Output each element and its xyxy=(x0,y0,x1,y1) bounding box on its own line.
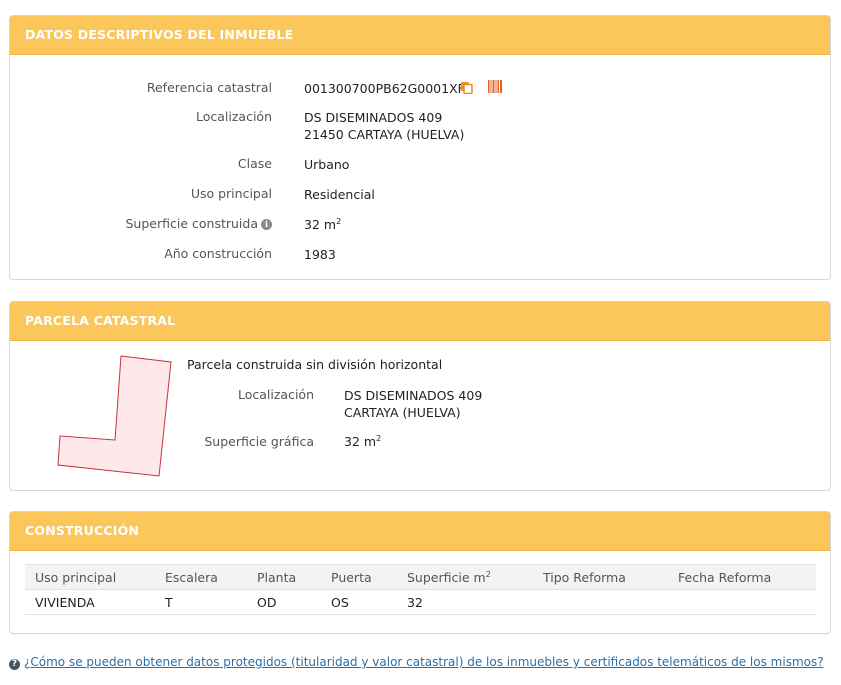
col-fecha-reforma: Fecha Reforma xyxy=(668,564,816,590)
uso-value: Residencial xyxy=(304,187,375,202)
cell-fecha-reforma xyxy=(668,589,816,615)
uso-label: Uso principal xyxy=(190,186,272,201)
construccion-panel-header: CONSTRUCCIÓN xyxy=(10,512,830,551)
info-icon[interactable]: i xyxy=(261,219,272,230)
superficie-label-wrap: Superficie construida i xyxy=(125,216,272,231)
referencia-value[interactable]: 001300700PB62G0001XF xyxy=(304,80,465,97)
cell-tipo-reforma xyxy=(533,589,668,615)
col-escalera: Escalera xyxy=(155,564,247,590)
table-row: VIVIENDA T OD OS 32 xyxy=(25,589,816,615)
col-planta: Planta xyxy=(247,564,321,590)
superficie-label: Superficie construida xyxy=(125,216,259,231)
localizacion-value: DS DISEMINADOS 409 21450 CARTAYA (HUELVA… xyxy=(304,109,464,143)
parcela-superficie-value: 32 m2 xyxy=(344,434,381,449)
col-tipo-reforma: Tipo Reforma xyxy=(533,564,668,590)
parcela-localizacion-label: Localización xyxy=(237,387,314,402)
cell-puerta: OS xyxy=(321,589,397,615)
localizacion-line1: DS DISEMINADOS 409 xyxy=(304,110,443,125)
col-superficie-wrap: Superficie m2 xyxy=(397,564,533,590)
cell-uso: VIVIENDA xyxy=(25,589,155,615)
col-uso: Uso principal xyxy=(25,564,155,590)
superficie-number: 32 m xyxy=(304,217,337,232)
parcela-superficie-exponent: 2 xyxy=(376,434,382,443)
superficie-value: 32 m2 xyxy=(304,216,341,233)
parcela-localizacion-line2: CARTAYA (HUELVA) xyxy=(344,405,461,420)
localizacion-label: Localización xyxy=(195,109,272,124)
inmueble-panel-header: DATOS DESCRIPTIVOS DEL INMUEBLE xyxy=(10,16,830,55)
col-puerta: Puerta xyxy=(321,564,397,590)
col-superficie: Superficie m xyxy=(407,569,486,585)
protected-data-link[interactable]: ¿Cómo se pueden obtener datos protegidos… xyxy=(24,655,824,669)
parcela-superficie-label: Superficie gráfica xyxy=(204,434,314,449)
cell-escalera: T xyxy=(155,589,247,615)
anio-value: 1983 xyxy=(304,247,336,262)
parcela-localizacion-value: DS DISEMINADOS 409 CARTAYA (HUELVA) xyxy=(344,387,482,421)
localizacion-line2: 21450 CARTAYA (HUELVA) xyxy=(304,127,465,142)
question-icon: ? xyxy=(9,659,20,670)
inmueble-panel: DATOS DESCRIPTIVOS DEL INMUEBLE Referenc… xyxy=(9,15,831,280)
clase-label: Clase xyxy=(237,156,272,171)
barcode-icon[interactable] xyxy=(488,80,502,96)
clase-value: Urbano xyxy=(304,157,350,172)
construccion-panel: CONSTRUCCIÓN Uso principal Escalera Plan… xyxy=(9,511,831,634)
parcela-title: Parcela construida sin división horizont… xyxy=(187,357,443,372)
table-header-row: Uso principal Escalera Planta Puerta Sup… xyxy=(25,564,816,590)
col-superficie-exponent: 2 xyxy=(485,569,491,579)
parcela-panel: PARCELA CATASTRAL Parcela construida sin… xyxy=(9,301,831,491)
parcel-shape[interactable] xyxy=(55,354,185,479)
construccion-table: Uso principal Escalera Planta Puerta Sup… xyxy=(25,564,816,615)
superficie-exponent: 2 xyxy=(336,217,342,226)
anio-label: Año construcción xyxy=(164,246,272,261)
cell-planta: OD xyxy=(247,589,321,615)
cell-superficie: 32 xyxy=(397,589,533,615)
footer: ? ¿Cómo se pueden obtener datos protegido… xyxy=(9,655,824,670)
parcela-panel-header: PARCELA CATASTRAL xyxy=(10,302,830,341)
parcela-superficie-number: 32 m xyxy=(344,434,377,449)
referencia-label: Referencia catastral xyxy=(146,80,272,95)
copy-icon[interactable] xyxy=(460,81,473,97)
parcela-localizacion-line1: DS DISEMINADOS 409 xyxy=(344,388,483,403)
